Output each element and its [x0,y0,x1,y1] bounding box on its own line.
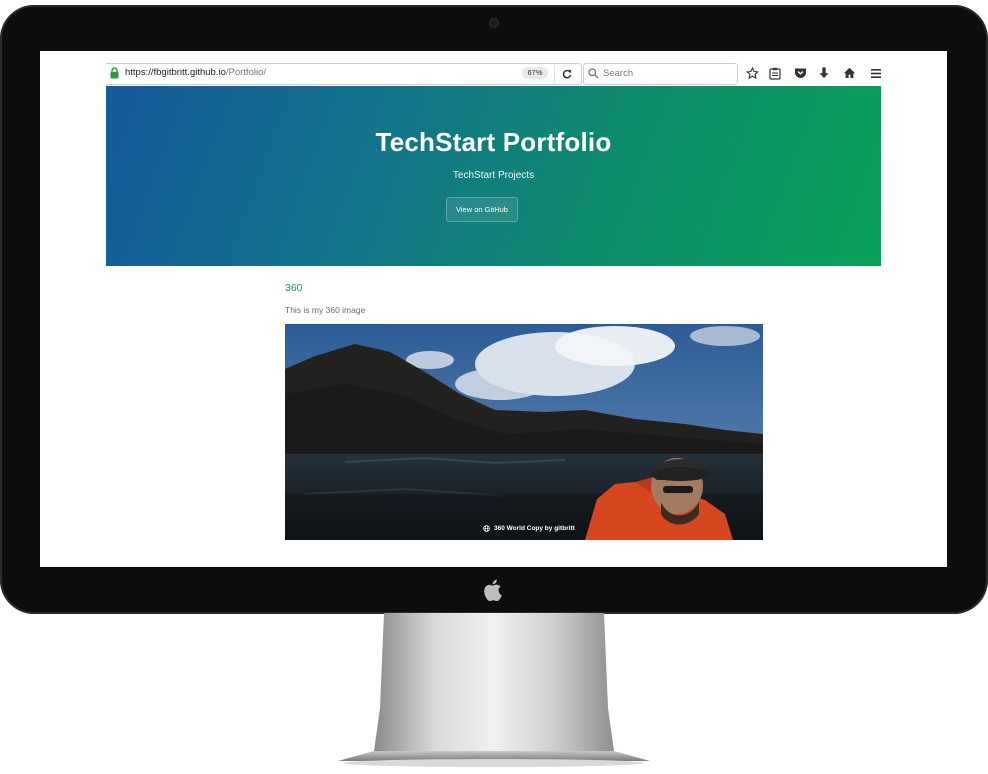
reload-icon [562,69,572,78]
viewer-credit[interactable]: 360 World Copy by gitbritt [483,525,575,532]
globe-icon [483,525,490,532]
page-subtitle: TechStart Projects [452,170,535,181]
page-title: TechStart Portfolio [375,127,612,157]
panorama-image [285,324,763,540]
view-on-github-button[interactable]: View on GitHub [446,197,518,222]
zoom-level-badge[interactable]: 67% [522,67,548,79]
monitor-bezel: https://fbgitbritt.github.io/Portfolio/ … [0,5,988,614]
section-description: This is my 360 image [285,305,366,315]
browser-toolbar: https://fbgitbritt.github.io/Portfolio/ … [106,51,881,87]
apple-logo-icon [484,579,502,601]
panorama-viewer[interactable]: 360 World Copy by gitbritt [285,324,763,540]
bookmark-star-icon[interactable] [744,65,760,81]
viewer-credit-text: 360 World Copy by gitbritt [494,525,575,532]
search-icon [588,68,599,79]
reload-button[interactable] [554,65,579,82]
lock-icon [110,67,119,79]
url-bar[interactable]: https://fbgitbritt.github.io/Portfolio/ … [106,63,582,85]
home-icon[interactable] [841,65,857,81]
monitor-stand [338,613,650,767]
section-heading[interactable]: 360 [285,282,303,294]
url-host: https://fbgitbritt.github.io [125,67,226,78]
menu-icon[interactable] [868,65,884,81]
reading-list-icon[interactable] [767,65,783,81]
search-input[interactable]: Search [603,68,633,79]
download-icon[interactable] [816,65,832,81]
screen: https://fbgitbritt.github.io/Portfolio/ … [40,51,947,567]
pocket-icon[interactable] [792,65,808,81]
page-header: TechStart Portfolio TechStart Projects V… [106,86,881,266]
url-text: https://fbgitbritt.github.io/Portfolio/ [125,67,266,78]
url-path: /Portfolio/ [225,67,267,78]
camera-icon [489,18,499,28]
search-bar[interactable]: Search [583,63,738,85]
